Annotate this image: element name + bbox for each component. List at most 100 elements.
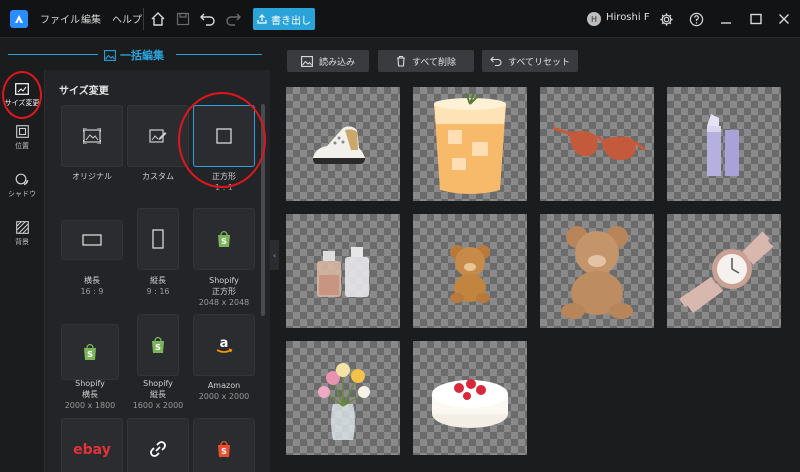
rail-item-shadow[interactable]: シャドウ: [0, 164, 44, 208]
iced-drink-image: [434, 91, 506, 194]
annotation-ring-resize: [2, 71, 42, 119]
amazon-logo-icon: a: [216, 336, 233, 353]
export-label: 書き出し: [271, 15, 311, 27]
preset-ebay[interactable]: ebay: [61, 418, 123, 472]
collapse-panel-button[interactable]: ‹: [270, 240, 279, 270]
app-window: ファイル 編集 ヘルプ 書き出し H Hiroshi F 一括編集 サイズ変更 …: [0, 0, 800, 472]
export-button[interactable]: 書き出し: [253, 8, 315, 30]
teddy-bear-small-image: [450, 245, 490, 303]
lipstick-image: [707, 114, 739, 176]
preset-name: Shopify: [75, 379, 105, 388]
batch-edit-label: 一括編集: [120, 49, 164, 62]
original-image-icon: [83, 128, 101, 144]
preset-link[interactable]: [127, 418, 189, 472]
preset-shopify-landscape[interactable]: S: [61, 324, 119, 380]
minimize-icon[interactable]: [716, 9, 736, 29]
image-tile-teddy-small[interactable]: [413, 214, 527, 328]
rail-item-background[interactable]: 背景: [0, 212, 44, 256]
image-tile-sneaker[interactable]: [286, 87, 400, 201]
portrait-icon: [152, 229, 164, 249]
close-icon[interactable]: [774, 9, 794, 29]
preset-shopify-portrait[interactable]: S: [137, 314, 179, 376]
svg-text:S: S: [221, 237, 227, 246]
preset-label: Shopify 正方形 2048 x 2048: [184, 275, 264, 308]
save-icon[interactable]: [173, 9, 193, 29]
preset-amazon[interactable]: a: [193, 314, 255, 376]
preset-shopee[interactable]: S: [193, 418, 255, 472]
export-icon: [257, 14, 267, 24]
shopify-bag-icon: S: [218, 230, 230, 247]
image-icon: [104, 49, 116, 61]
top-bar: ファイル 編集 ヘルプ 書き出し H Hiroshi F: [0, 0, 800, 38]
shadow-icon: [15, 173, 29, 186]
load-label: 読み込み: [318, 57, 355, 68]
ebay-wordmark: ebay: [73, 442, 111, 457]
shopify-bag-icon: S: [84, 343, 96, 360]
shopify-bag-icon: S: [152, 336, 164, 353]
position-icon: [15, 125, 29, 138]
home-icon[interactable]: [148, 9, 168, 29]
preset-name-2: 正方形: [212, 287, 236, 296]
landscape-icon: [82, 234, 102, 246]
maximize-icon[interactable]: [746, 9, 766, 29]
link-icon: [150, 441, 166, 457]
avatar[interactable]: H: [587, 12, 601, 26]
help-icon[interactable]: [686, 9, 706, 29]
app-logo-icon: [10, 10, 28, 28]
reset-all-label: すべてリセット: [507, 57, 570, 68]
preset-shopify-square[interactable]: S: [193, 208, 255, 270]
image-icon: [301, 55, 313, 67]
preset-original[interactable]: [61, 105, 123, 167]
flower-vase-image: [318, 363, 370, 440]
wristwatch-image: [679, 231, 774, 313]
load-button[interactable]: 読み込み: [287, 50, 369, 72]
undo-icon[interactable]: [198, 9, 218, 29]
user-name[interactable]: Hiroshi F: [606, 12, 650, 23]
preset-label: Amazon 2000 x 2000: [184, 380, 264, 402]
redo-icon[interactable]: [223, 9, 243, 29]
image-tile-lipstick[interactable]: [667, 87, 781, 201]
image-tile-watch[interactable]: [667, 214, 781, 328]
reset-all-button[interactable]: すべてリセット: [482, 50, 578, 72]
gear-icon[interactable]: [656, 9, 676, 29]
image-tile-perfume[interactable]: [286, 214, 400, 328]
sneaker-image: [313, 126, 365, 164]
header-line-right: [176, 54, 262, 55]
tool-rail: サイズ変更 位置 シャドウ 背景: [0, 70, 44, 472]
background-icon: [15, 221, 29, 234]
annotation-ring-square: [178, 92, 266, 188]
preset-name-2: 縦長: [150, 390, 166, 399]
header-line-left: [8, 54, 98, 55]
image-tile-cake[interactable]: [413, 341, 527, 455]
preset-name-2: 横長: [82, 390, 98, 399]
svg-text:S: S: [155, 343, 161, 352]
sunglasses-image: [552, 126, 646, 161]
image-tile-sunglasses[interactable]: [540, 87, 654, 201]
rail-label-position: 位置: [15, 142, 29, 150]
menu-file[interactable]: ファイル: [40, 11, 80, 26]
image-tile-teddy-large[interactable]: [540, 214, 654, 328]
preset-size: 2048 x 2048: [198, 298, 250, 307]
preset-portrait[interactable]: [137, 208, 179, 270]
strawberry-cake-image: [432, 379, 508, 428]
delete-all-button[interactable]: すべて削除: [378, 50, 474, 72]
shopee-bag-icon: S: [218, 440, 230, 457]
menu-edit[interactable]: 編集: [81, 11, 101, 26]
svg-text:S: S: [87, 350, 93, 359]
perfume-bottles-image: [317, 247, 369, 297]
menu-help[interactable]: ヘルプ: [112, 11, 142, 26]
batch-edit-header: 一括編集: [0, 38, 270, 70]
preset-name: Shopify: [209, 276, 239, 285]
image-tile-flowers[interactable]: [286, 341, 400, 455]
rail-item-position[interactable]: 位置: [0, 116, 44, 160]
toolbar-divider: [143, 8, 144, 30]
section-title: サイズ変更: [59, 86, 109, 97]
custom-edit-icon: [149, 129, 167, 143]
image-tile-iced-drink[interactable]: [413, 87, 527, 201]
teddy-bear-large-image: [561, 226, 633, 319]
reset-icon: [490, 56, 502, 66]
preset-landscape[interactable]: [61, 220, 123, 260]
rail-label-shadow: シャドウ: [8, 190, 36, 198]
ebay-logo-icon: ebay: [73, 442, 111, 457]
chevron-left-icon: ‹: [272, 250, 277, 260]
